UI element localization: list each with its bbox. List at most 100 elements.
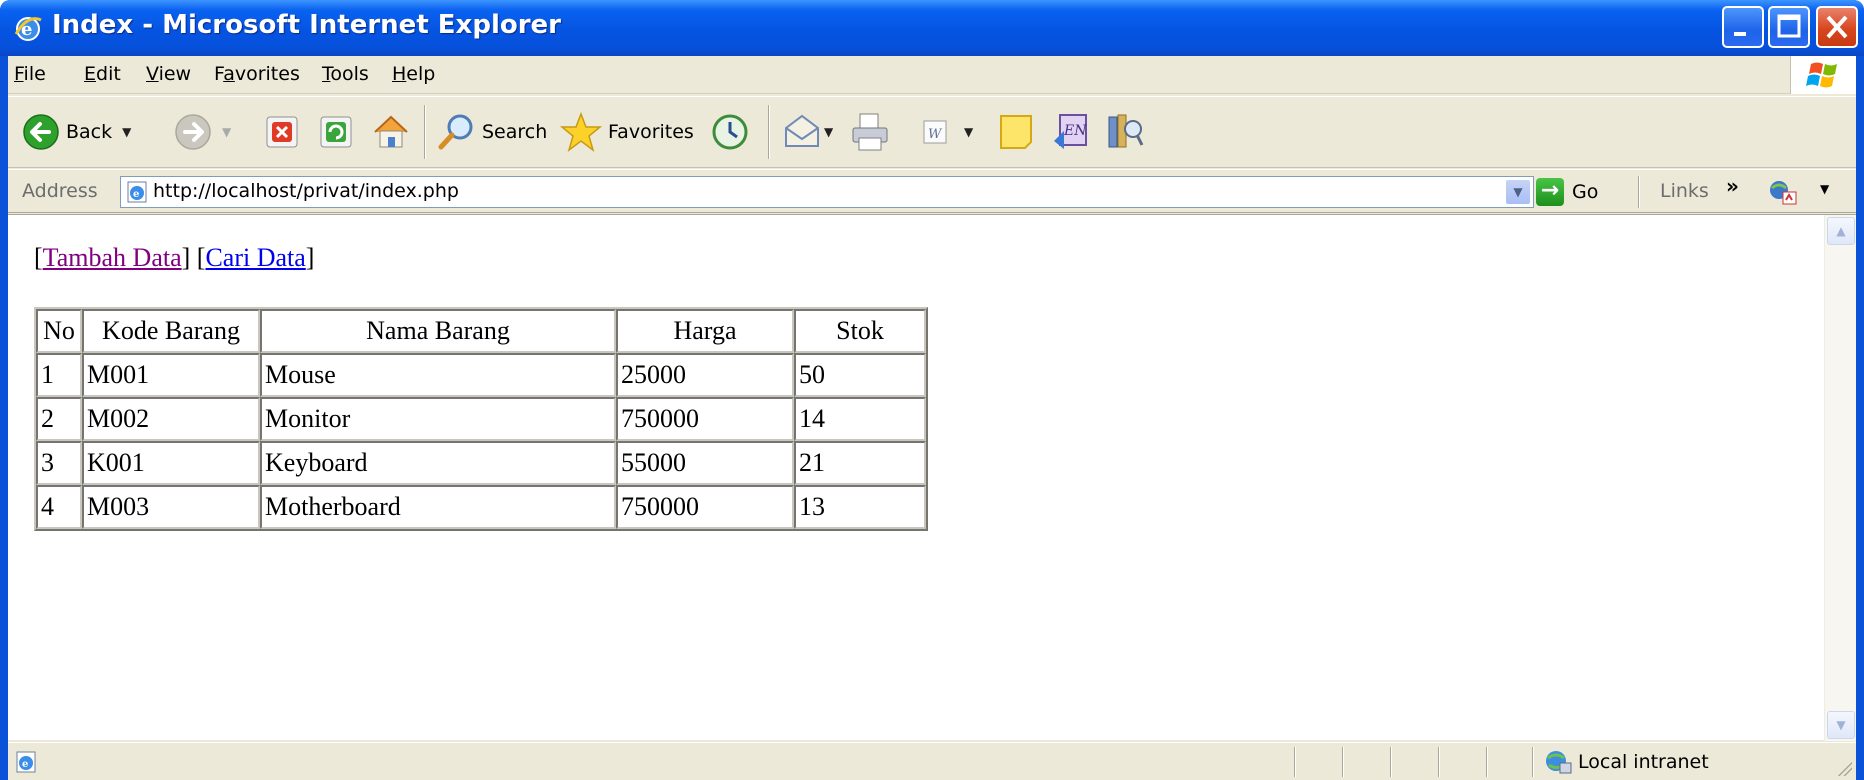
tambah-data-link[interactable]: Tambah Data (43, 243, 182, 272)
status-panel (1294, 747, 1296, 777)
menu-tools[interactable]: Tools (322, 63, 369, 85)
header-stok: Stok (794, 309, 926, 353)
table-row: 3 K001 Keyboard 55000 21 (36, 441, 926, 485)
minimize-icon (1734, 32, 1746, 36)
svg-text:EN: EN (1063, 123, 1087, 139)
history-button[interactable] (710, 107, 750, 157)
address-bar: Address e http://localhost/privat/index.… (8, 169, 1856, 213)
back-button[interactable]: Back ▼ (22, 107, 131, 157)
print-button[interactable] (848, 107, 892, 157)
nav-links: [Tambah Data] [Cari Data] (34, 243, 315, 272)
msn-icon[interactable] (1768, 178, 1798, 206)
vertical-scrollbar[interactable]: ▲ ▼ (1824, 215, 1856, 741)
maximize-button[interactable] (1768, 6, 1810, 48)
security-zone[interactable]: Local intranet (1544, 749, 1709, 775)
resize-grip[interactable] (1836, 760, 1852, 776)
cell-no: 2 (36, 397, 82, 441)
home-button[interactable] (370, 107, 412, 157)
header-nama-barang: Nama Barang (260, 309, 616, 353)
maximize-icon (1777, 14, 1801, 38)
address-dropdown-button[interactable]: ▼ (1505, 179, 1531, 205)
edit-dropdown-arrow[interactable]: ▼ (964, 125, 973, 139)
stop-icon (266, 116, 298, 148)
links-chevron[interactable]: » (1726, 174, 1739, 198)
scroll-down-button[interactable]: ▼ (1827, 711, 1855, 739)
svg-text:W: W (928, 127, 943, 142)
scroll-up-button[interactable]: ▲ (1827, 217, 1855, 245)
cari-data-link[interactable]: Cari Data (205, 243, 305, 272)
cell-stok: 13 (794, 485, 926, 529)
print-icon (852, 113, 888, 151)
chevron-down-icon: ▼ (1513, 185, 1523, 199)
refresh-icon (320, 116, 352, 148)
cell-harga: 55000 (616, 441, 794, 485)
go-label: Go (1572, 181, 1599, 203)
cell-kode: M001 (82, 353, 260, 397)
edit-button[interactable]: W ▼ (920, 107, 973, 157)
menu-file[interactable]: File (14, 63, 46, 85)
toolbar-separator (424, 105, 426, 159)
mail-button[interactable]: ▼ (782, 107, 833, 157)
favorites-label: Favorites (608, 121, 694, 143)
msn-dropdown-arrow[interactable]: ▼ (1820, 182, 1829, 196)
page-icon: e (127, 181, 147, 203)
menu-help[interactable]: Help (392, 63, 435, 85)
discuss-button[interactable] (996, 107, 1038, 157)
forward-dropdown-arrow[interactable]: ▼ (222, 125, 231, 139)
mail-icon (785, 114, 819, 147)
chevron-up-icon: ▲ (1836, 224, 1846, 238)
mail-dropdown-arrow[interactable]: ▼ (824, 125, 833, 139)
minimize-button[interactable] (1722, 6, 1764, 48)
cell-nama: Keyboard (260, 441, 616, 485)
table-row: 2 M002 Monitor 750000 14 (36, 397, 926, 441)
svg-text:e: e (133, 189, 139, 200)
history-icon (712, 114, 748, 150)
menu-favorites[interactable]: Favorites (214, 63, 300, 85)
research-button[interactable] (1104, 107, 1146, 157)
title-bar[interactable]: e Index - Microsoft Internet Explorer (0, 0, 1864, 56)
cell-nama: Monitor (260, 397, 616, 441)
cell-stok: 14 (794, 397, 926, 441)
browser-window: e Index - Microsoft Internet Explorer Fi… (0, 0, 1864, 780)
menu-bar: File Edit View Favorites Tools Help (8, 56, 1856, 94)
cell-stok: 21 (794, 441, 926, 485)
data-table: No Kode Barang Nama Barang Harga Stok 1 … (34, 307, 928, 531)
chevron-down-icon: ▼ (1836, 718, 1846, 732)
discuss-icon (1000, 115, 1032, 149)
zone-label: Local intranet (1578, 751, 1709, 773)
ie-logo-icon: e (14, 17, 42, 41)
back-icon (23, 114, 59, 150)
go-button[interactable]: → Go (1536, 176, 1598, 208)
svg-text:e: e (22, 759, 28, 770)
forward-icon (175, 114, 211, 150)
links-separator (1638, 176, 1640, 208)
header-harga: Harga (616, 309, 794, 353)
window-title: Index - Microsoft Internet Explorer (52, 10, 561, 40)
back-label: Back (66, 121, 113, 143)
page-status-icon: e (16, 751, 36, 773)
close-button[interactable] (1816, 6, 1858, 48)
status-bar: e Local intranet (8, 742, 1856, 780)
cell-kode: M002 (82, 397, 260, 441)
cell-no: 1 (36, 353, 82, 397)
cell-stok: 50 (794, 353, 926, 397)
favorites-button[interactable]: Favorites (560, 107, 694, 157)
back-dropdown-arrow[interactable]: ▼ (122, 125, 131, 139)
refresh-button[interactable] (318, 107, 354, 157)
cell-nama: Mouse (260, 353, 616, 397)
search-button[interactable]: Search (436, 107, 547, 157)
forward-button[interactable]: ▼ (174, 107, 231, 157)
search-icon (438, 114, 473, 150)
messenger-button[interactable]: EN (1050, 107, 1092, 157)
cell-harga: 750000 (616, 485, 794, 529)
table-row: 4 M003 Motherboard 750000 13 (36, 485, 926, 529)
menu-edit[interactable]: Edit (84, 63, 121, 85)
menu-view[interactable]: View (146, 63, 191, 85)
standard-toolbar: Back ▼ ▼ Search Favorites ▼ W ▼ EN (8, 96, 1856, 168)
stop-button[interactable] (264, 107, 300, 157)
windows-flag-area (1790, 56, 1856, 94)
header-kode-barang: Kode Barang (82, 309, 260, 353)
links-label[interactable]: Links (1660, 180, 1709, 202)
address-input[interactable]: e http://localhost/privat/index.php ▼ (120, 176, 1534, 208)
cell-no: 3 (36, 441, 82, 485)
